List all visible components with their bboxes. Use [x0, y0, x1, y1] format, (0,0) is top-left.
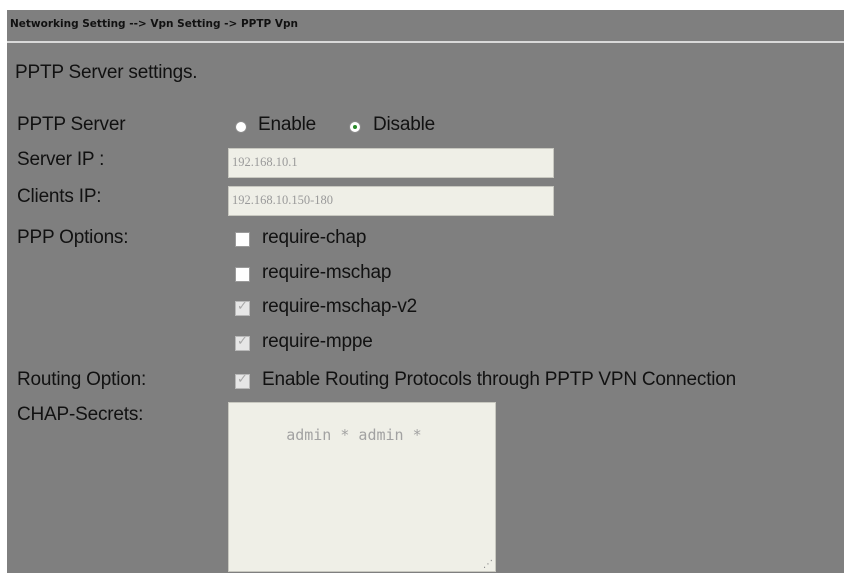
- pptp-server-label: PPTP Server: [17, 114, 126, 135]
- clients-ip-label: Clients IP:: [17, 186, 102, 207]
- require-chap-label[interactable]: require-chap: [262, 227, 366, 249]
- pptp-enable-label[interactable]: Enable: [258, 114, 316, 136]
- breadcrumb-divider: [7, 41, 844, 43]
- section-title: PPTP Server settings.: [15, 62, 198, 83]
- require-mschap-v2-label[interactable]: require-mschap-v2: [262, 296, 417, 318]
- require-mschap-v2-checkbox[interactable]: [235, 299, 250, 316]
- require-mschap-checkbox[interactable]: [235, 267, 250, 282]
- server-ip-field[interactable]: 192.168.10.1: [228, 148, 554, 178]
- pptp-enable-radio[interactable]: [235, 121, 247, 133]
- breadcrumb: Networking Setting --> Vpn Setting -> PP…: [10, 18, 298, 30]
- pptp-disable-label[interactable]: Disable: [373, 114, 435, 136]
- pptp-disable-radio[interactable]: [349, 121, 361, 133]
- ppp-options-label: PPP Options:: [17, 227, 129, 248]
- require-mppe-label[interactable]: require-mppe: [262, 331, 373, 353]
- routing-option-label: Routing Option:: [17, 369, 147, 390]
- require-mppe-checkbox[interactable]: [235, 334, 250, 351]
- enable-routing-label[interactable]: Enable Routing Protocols through PPTP VP…: [262, 369, 736, 391]
- resize-grip-icon[interactable]: ⋰: [483, 559, 493, 570]
- page-frame: Networking Setting --> Vpn Setting -> PP…: [0, 0, 844, 573]
- clients-ip-field[interactable]: 192.168.10.150-180: [228, 186, 554, 216]
- chap-secrets-textarea[interactable]: admin * admin * ⋰: [228, 402, 496, 572]
- settings-panel: Networking Setting --> Vpn Setting -> PP…: [7, 10, 844, 573]
- require-chap-checkbox[interactable]: [235, 232, 250, 247]
- chap-secrets-label: CHAP-Secrets:: [17, 404, 144, 425]
- chap-secrets-text: admin * admin *: [286, 426, 422, 444]
- require-mschap-label[interactable]: require-mschap: [262, 262, 391, 284]
- enable-routing-checkbox[interactable]: [235, 372, 250, 389]
- server-ip-label: Server IP :: [17, 149, 105, 170]
